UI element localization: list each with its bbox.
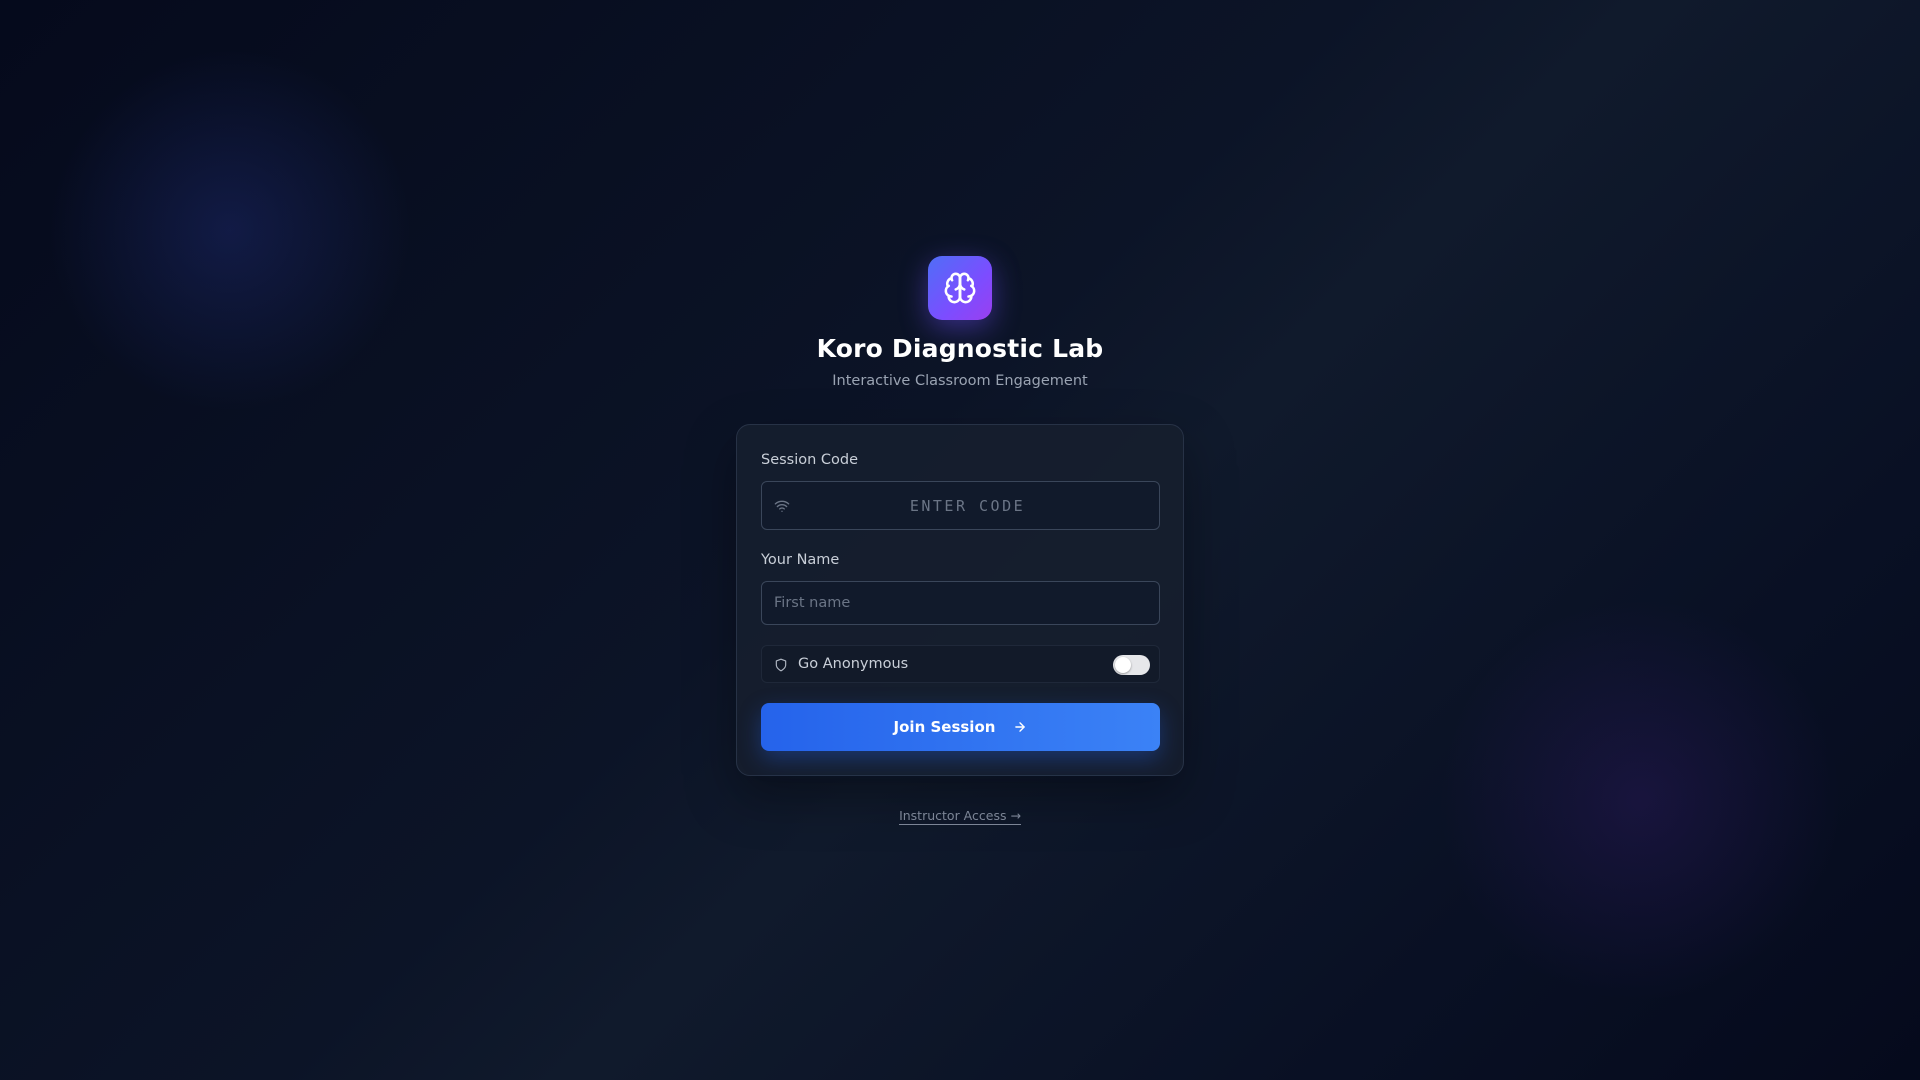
session-code-input[interactable]: [762, 482, 1159, 529]
join-session-card: Session Code Your Name Go Anonymous: [736, 424, 1184, 776]
session-code-field[interactable]: [761, 481, 1160, 530]
brain-icon: [944, 272, 976, 304]
join-session-button[interactable]: Join Session: [761, 703, 1160, 751]
arrow-right-icon: [1015, 722, 1026, 732]
instructor-access-link[interactable]: Instructor Access →: [899, 808, 1021, 825]
join-session-label: Join Session: [893, 718, 996, 736]
your-name-field[interactable]: [761, 581, 1160, 625]
shield-icon: [775, 658, 787, 672]
session-code-label: Session Code: [761, 452, 859, 468]
name-input[interactable]: [762, 582, 1159, 624]
anonymous-toggle[interactable]: [1113, 655, 1150, 675]
page-subtitle: Interactive Classroom Engagement: [832, 373, 1088, 389]
app-logo: [928, 256, 992, 320]
anonymous-label: Go Anonymous: [798, 656, 909, 672]
instructor-access-container: Instructor Access →: [0, 805, 1920, 825]
wifi-icon: [774, 500, 790, 512]
anonymous-option[interactable]: Go Anonymous: [761, 645, 1160, 683]
login-page: Koro Diagnostic Lab Interactive Classroo…: [0, 0, 1920, 1080]
your-name-label: Your Name: [761, 552, 840, 568]
toggle-knob: [1115, 657, 1131, 673]
page-title: Koro Diagnostic Lab: [816, 334, 1104, 363]
